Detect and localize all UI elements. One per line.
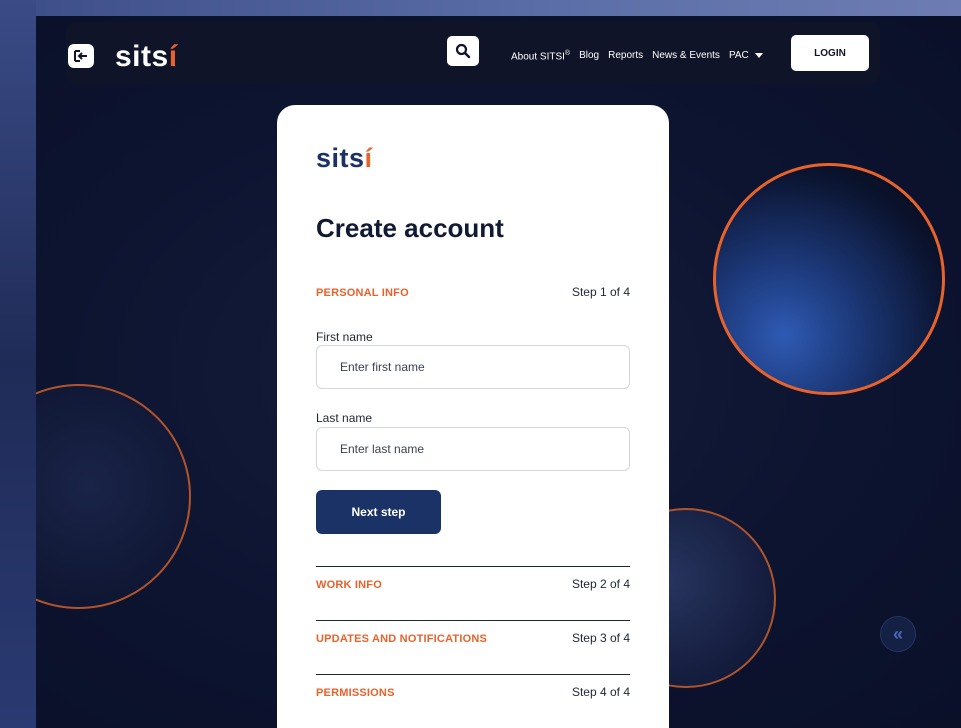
nav-link-pac[interactable]: PAC — [729, 50, 764, 62]
browser-frame-left — [0, 0, 36, 728]
nav-links: About SITSI® Blog Reports News & Events … — [511, 50, 764, 62]
section-step: Step 3 of 4 — [571, 631, 630, 645]
section-updates-notifications[interactable]: UPDATES AND NOTIFICATIONS Step 3 of 4 — [316, 631, 630, 645]
first-name-field[interactable] — [316, 345, 630, 389]
card-logo-accent: í — [364, 143, 373, 173]
nav-link-news-events[interactable]: News & Events — [652, 50, 720, 62]
browser-frame-top — [0, 0, 961, 16]
scroll-toggle-button[interactable]: « — [880, 616, 916, 652]
section-divider — [316, 674, 630, 675]
last-name-label: Last name — [316, 411, 373, 425]
page-title: Create account — [316, 213, 504, 243]
nav-logo[interactable]: sitsí — [115, 42, 178, 72]
decorative-circle-right — [713, 163, 945, 395]
section-step: Step 1 of 4 — [571, 285, 630, 299]
exit-button[interactable] — [68, 44, 94, 68]
section-permissions[interactable]: PERMISSIONS Step 4 of 4 — [316, 685, 630, 699]
section-step: Step 4 of 4 — [571, 685, 630, 699]
section-name: PERSONAL INFO — [316, 287, 409, 299]
nav-logo-accent: í — [168, 40, 178, 73]
nav-link-blog[interactable]: Blog — [579, 50, 599, 62]
section-personal-info: PERSONAL INFO Step 1 of 4 — [316, 285, 630, 299]
section-step: Step 2 of 4 — [571, 577, 630, 591]
search-icon — [455, 43, 471, 59]
nav-link-about[interactable]: About SITSI® — [511, 50, 570, 62]
top-navbar: sitsí About SITSI® Blog Reports News & E… — [66, 22, 880, 84]
card-logo-text: sits — [316, 143, 365, 173]
page-viewport: « sitsí About SITSI® Blog Reports News &… — [36, 16, 961, 728]
create-account-card: sitsí Create account PERSONAL INFO Step … — [277, 105, 669, 728]
card-logo: sitsí — [316, 143, 373, 174]
exit-icon — [74, 50, 87, 62]
section-name: WORK INFO — [316, 579, 382, 591]
section-work-info[interactable]: WORK INFO Step 2 of 4 — [316, 577, 630, 591]
nav-logo-text: sits — [115, 40, 169, 73]
double-chevron-left-icon: « — [892, 623, 903, 644]
section-name: UPDATES AND NOTIFICATIONS — [316, 633, 488, 645]
last-name-field[interactable] — [316, 427, 630, 471]
login-button[interactable]: LOGIN — [791, 35, 869, 71]
next-step-button[interactable]: Next step — [316, 490, 441, 534]
caret-down-icon — [754, 53, 763, 59]
nav-link-reports[interactable]: Reports — [608, 50, 643, 62]
decorative-circle-left — [36, 384, 191, 609]
search-button[interactable] — [447, 36, 479, 66]
section-name: PERMISSIONS — [316, 687, 395, 699]
about-superscript: ® — [564, 50, 571, 57]
section-divider — [316, 566, 630, 567]
first-name-label: First name — [316, 330, 373, 344]
section-divider — [316, 620, 630, 621]
